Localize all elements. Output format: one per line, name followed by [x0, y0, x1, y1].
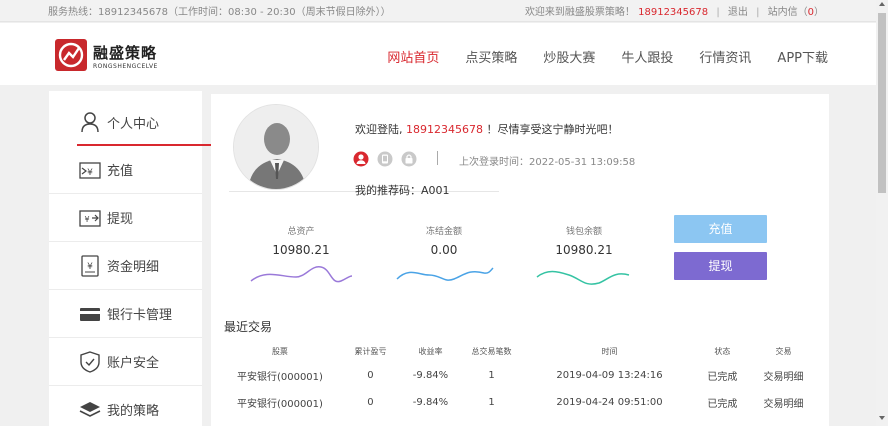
logout-link[interactable]: 退出 — [728, 7, 748, 18]
lock-icon[interactable] — [401, 151, 417, 170]
sidebar-item-personal-center[interactable]: 个人中心 — [49, 98, 202, 146]
welcome-phone: 18912345678 — [406, 123, 483, 136]
sidebar-item-label: 个人中心 — [107, 116, 160, 132]
recharge-icon: ¥ — [79, 159, 101, 181]
cell-status: 已完成 — [707, 372, 738, 383]
account-overview-panel: 欢迎登陆, 18912345678 ！尽情享受这宁静时光吧！ 上次登录时间：20… — [211, 94, 829, 426]
sidebar-item-account-security[interactable]: 账户安全 — [49, 338, 202, 386]
nav-strategy[interactable]: 点买策略 — [465, 47, 517, 66]
nav-home[interactable]: 网站首页 — [387, 47, 439, 66]
referral-code: 我的推荐码：A001 — [355, 184, 450, 197]
trade-detail-link[interactable]: 交易明细 — [753, 362, 814, 389]
frozen-amount-wave — [396, 267, 494, 281]
sidebar-item-label: 我的策略 — [107, 404, 160, 419]
logo-icon[interactable] — [55, 39, 87, 71]
cell-pnl: 0 — [367, 370, 374, 381]
sidebar-item-label: 银行卡管理 — [107, 308, 173, 323]
verification-icons — [353, 151, 417, 170]
svg-text:¥: ¥ — [84, 215, 89, 224]
top-info-bar: 服务热线：18912345678（工作时间：08:30 - 20:30（周末节假… — [0, 0, 876, 22]
trade-detail-link[interactable]: 交易明细 — [753, 389, 814, 416]
column-header: 交易 — [775, 346, 792, 356]
table-header-row: 股票 累计盈亏 收益率 总交易笔数 时间 状态 交易 — [224, 340, 814, 362]
cell-return-rate: -9.84% — [412, 397, 449, 408]
stat-label: 冻结金额 — [425, 227, 462, 237]
service-hotline: 服务热线：18912345678（工作时间：08:30 - 20:30（周末节假… — [48, 7, 391, 18]
scrollbar-thumb[interactable] — [878, 13, 886, 193]
withdraw-icon: ¥ — [79, 207, 101, 229]
svg-text:¥: ¥ — [87, 168, 93, 178]
messages-link[interactable]: 站内信（0） — [768, 7, 824, 18]
nav-follow[interactable]: 牛人跟投 — [621, 47, 673, 66]
shield-icon — [79, 350, 101, 373]
table-row: 平安银行(000001) 0 -9.84% 1 2019-04-24 09:51… — [224, 389, 814, 416]
nav-contest[interactable]: 炒股大赛 — [543, 47, 595, 66]
withdraw-button[interactable]: 提现 — [674, 252, 767, 280]
stat-total-assets: 总资产 10980.21 — [246, 224, 356, 292]
cell-stock: 平安银行(000001) — [236, 399, 323, 410]
stat-wallet-balance: 钱包余额 10980.21 — [529, 224, 639, 292]
welcome-message: 欢迎登陆, 18912345678 ！尽情享受这宁静时光吧！ — [355, 123, 619, 136]
scroll-down-arrow-icon[interactable] — [879, 416, 885, 420]
sidebar-item-label: 提现 — [107, 212, 134, 227]
page-scrollbar[interactable] — [876, 0, 888, 426]
wallet-balance-wave — [536, 270, 630, 285]
svg-text:¥: ¥ — [87, 262, 93, 272]
user-verified-icon[interactable] — [353, 151, 369, 170]
total-assets-wave — [250, 266, 353, 283]
sidebar-item-recharge[interactable]: ¥ 充值 — [49, 146, 202, 194]
sidebar-item-label: 资金明细 — [107, 260, 160, 275]
cell-trade-count: 1 — [488, 397, 495, 408]
cell-stock: 平安银行(000001) — [236, 372, 323, 383]
fund-detail-icon: ¥ — [79, 254, 101, 277]
welcome-text: 欢迎来到融盛股票策略！ — [524, 7, 635, 18]
recharge-button[interactable]: 充值 — [674, 215, 767, 243]
main-nav: 网站首页 点买策略 炒股大赛 牛人跟投 行情资讯 APP下载 — [387, 47, 828, 66]
table-row: 平安银行(000001) 0 -9.84% 1 2019-04-09 13:24… — [224, 362, 814, 389]
column-header: 股票 — [271, 346, 288, 356]
nav-app-download[interactable]: APP下载 — [777, 47, 828, 66]
nav-news[interactable]: 行情资讯 — [699, 47, 751, 66]
sidebar-item-bank-cards[interactable]: 银行卡管理 — [49, 290, 202, 338]
avatar[interactable] — [233, 104, 319, 190]
layers-icon — [79, 399, 101, 421]
user-phone-link[interactable]: 18912345678 — [638, 7, 708, 18]
cell-time: 2019-04-24 09:51:00 — [556, 397, 663, 408]
user-icon — [79, 111, 101, 133]
cell-trade-count: 1 — [488, 370, 495, 381]
phone-verified-icon[interactable] — [377, 151, 393, 170]
stat-label: 总资产 — [287, 227, 315, 237]
cell-status: 已完成 — [707, 399, 738, 410]
stat-frozen-amount: 冻结金额 0.00 — [389, 224, 499, 292]
sidebar-item-label: 账户安全 — [107, 356, 160, 371]
brand-subtitle: RONGSHENGCELVE — [93, 63, 158, 70]
last-login-time: 上次登录时间：2022-05-31 13:09:58 — [459, 157, 636, 168]
sidebar-item-fund-details[interactable]: ¥ 资金明细 — [49, 242, 202, 290]
icons-separator — [437, 151, 438, 165]
stat-value: 10980.21 — [272, 243, 330, 257]
column-header: 收益率 — [418, 346, 443, 356]
column-header: 时间 — [601, 346, 618, 356]
sidebar-item-withdraw[interactable]: ¥ 提现 — [49, 194, 202, 242]
brand-name: 融盛策略 — [93, 44, 158, 62]
sidebar: 个人中心 ¥ 充值 ¥ 提现 ¥ 资金明细 银行卡管理 账户安全 我的策略 — [49, 91, 215, 426]
cell-return-rate: -9.84% — [412, 370, 449, 381]
bank-card-icon — [79, 303, 101, 325]
cell-pnl: 0 — [367, 397, 374, 408]
site-header: 融盛策略 RONGSHENGCELVE 网站首页 点买策略 炒股大赛 牛人跟投 … — [0, 23, 876, 85]
recent-trades-title: 最近交易 — [224, 320, 273, 334]
recent-trades-table: 股票 累计盈亏 收益率 总交易笔数 时间 状态 交易 平安银行(000001) … — [224, 340, 814, 416]
stat-label: 钱包余额 — [565, 227, 602, 237]
sidebar-item-label: 充值 — [107, 164, 134, 179]
scroll-up-arrow-icon[interactable] — [879, 2, 885, 6]
top-user-links: 欢迎来到融盛股票策略！ 18912345678 | 退出 | 站内信（0） — [524, 7, 824, 18]
sidebar-item-my-strategy[interactable]: 我的策略 — [49, 386, 202, 426]
column-header: 累计盈亏 — [354, 346, 387, 356]
stat-value: 10980.21 — [555, 243, 613, 257]
column-header: 总交易笔数 — [471, 346, 512, 356]
cell-time: 2019-04-09 13:24:16 — [556, 370, 663, 381]
stat-value: 0.00 — [430, 243, 458, 257]
column-header: 状态 — [714, 346, 731, 356]
